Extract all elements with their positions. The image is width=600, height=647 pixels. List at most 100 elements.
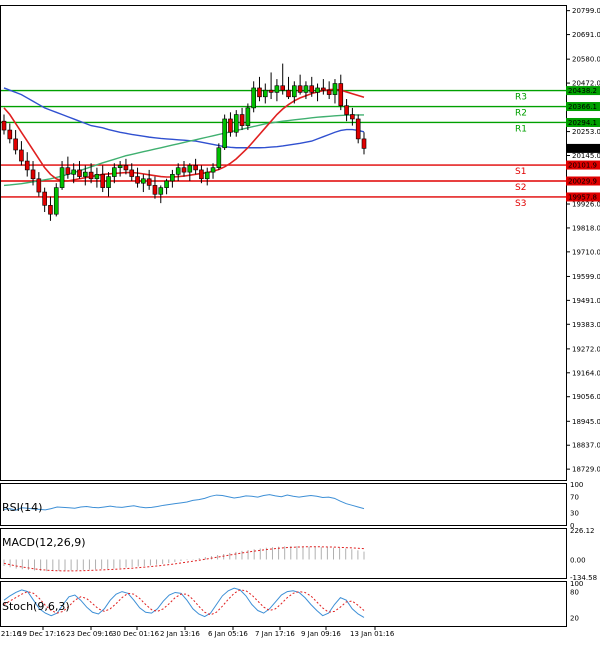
level-price-label: 20101.9 (568, 162, 597, 170)
candle-body (303, 85, 309, 93)
level-label-r3: R3 (515, 93, 527, 103)
rsi-panel (0, 483, 567, 526)
candle (222, 114, 227, 150)
candle-body (77, 169, 82, 177)
time-tick-label: 7 Jan 17:16 (255, 630, 295, 638)
candle-body (187, 165, 193, 173)
price-tick-label: 18729.0 (572, 466, 600, 474)
candle-body (141, 178, 146, 184)
price-tick-label: 18945.0 (572, 418, 600, 426)
candle-body (71, 169, 76, 175)
price-tick-label: 19599.0 (572, 273, 600, 281)
time-tick-label: 13 Jan 01:16 (350, 630, 395, 638)
candle-body (30, 169, 36, 180)
candle-body (100, 174, 106, 188)
candle-body (309, 85, 315, 93)
level-label-s3: S3 (515, 199, 526, 209)
candle-body (233, 114, 239, 133)
candle-body (262, 89, 268, 98)
candle-body (193, 165, 198, 171)
time-tick-label: 6 Jan 05:16 (208, 630, 248, 638)
price-tick-label: 20580.0 (572, 56, 600, 64)
price-tick-label: 20799.0 (572, 7, 600, 15)
candle-body (158, 187, 164, 195)
level-price-label: 19957.8 (568, 193, 597, 201)
candle-body (82, 171, 88, 177)
candle-body (42, 191, 47, 206)
candle-body (216, 147, 222, 168)
candle-body (53, 187, 59, 215)
candle-body (170, 174, 175, 182)
candle-body (297, 85, 303, 93)
candle-body (239, 114, 245, 126)
price-tick-label: 19272.0 (572, 345, 600, 353)
stoch-panel (0, 581, 567, 627)
candle-body (65, 167, 71, 175)
candle-body (152, 185, 158, 195)
candle-body (268, 89, 274, 93)
candle-body (315, 87, 320, 93)
candle-body (274, 85, 280, 93)
candle-body (106, 176, 111, 188)
candle-body (344, 105, 349, 115)
candle-body (228, 118, 233, 133)
level-price-label: 20438.2 (568, 87, 597, 95)
candle-body (135, 176, 140, 184)
candle-body (19, 149, 24, 162)
level-price-label: 20366.1 (568, 103, 597, 111)
time-tick-label: 23 Dec 09:16 (66, 630, 114, 638)
level-price-label: 20029.9 (568, 178, 597, 186)
time-tick-label: 2 Jan 13:16 (160, 630, 200, 638)
candle-body (94, 174, 100, 180)
time-tick-label: 30 Dec 01:16 (112, 630, 160, 638)
chart: 20799.020691.020580.020472.020363.020253… (0, 5, 600, 638)
current-price-marker: 20177.0 (566, 143, 600, 153)
candle-body (222, 118, 227, 149)
candle-body (164, 180, 169, 188)
stoch-title: Stoch(9,6,3) (2, 600, 70, 613)
candle-body (112, 167, 117, 177)
level-price-label: 20294.1 (568, 119, 597, 127)
candle-body (59, 167, 65, 188)
candle (53, 183, 59, 217)
price-tick-label: 19164.0 (572, 369, 600, 377)
candle-body (355, 118, 361, 140)
candle-body (361, 138, 367, 149)
price-tick-label: 19491.0 (572, 297, 600, 305)
candle-body (199, 169, 204, 180)
stoch-tick-label: 80 (570, 589, 579, 597)
candle-body (181, 167, 187, 173)
candle-body (1, 120, 7, 131)
candle-body (280, 85, 286, 91)
time-axis: 18 Dec 21:1619 Dec 17:1623 Dec 09:1630 D… (0, 627, 395, 638)
current-price-label: 20177.0 (568, 145, 597, 153)
candle-body (210, 167, 216, 173)
level-label-s2: S2 (515, 183, 526, 193)
price-tick-label: 19710.0 (572, 248, 600, 256)
rsi-title: RSI(14) (2, 501, 42, 514)
price-tick-label: 20691.0 (572, 31, 600, 39)
candle-body (117, 165, 123, 168)
rsi-tick-label: 30 (570, 510, 579, 518)
candle-body (292, 85, 297, 98)
candle-body (251, 87, 256, 109)
price-tick-label: 19383.0 (572, 321, 600, 329)
price-tick-label: 19056.0 (572, 393, 600, 401)
candle-body (332, 83, 338, 95)
candle-body (7, 129, 13, 140)
price-tick-label: 20145.0 (572, 152, 600, 160)
price-axis: 20799.020691.020580.020472.020363.020253… (566, 7, 600, 474)
candle-body (326, 89, 332, 95)
candle-body (88, 171, 94, 180)
stoch-tick-label: 20 (570, 614, 579, 622)
candle-body (129, 169, 135, 177)
macd-title: MACD(12,26,9) (2, 536, 86, 549)
candle-body (175, 167, 181, 175)
time-tick-label: 9 Jan 09:16 (301, 630, 341, 638)
candle-body (257, 87, 262, 98)
candle-body (24, 160, 30, 171)
price-tick-label: 19818.0 (572, 224, 600, 232)
price-tick-label: 19926.0 (572, 201, 600, 209)
price-panel (0, 5, 567, 481)
candle-body (36, 178, 42, 193)
